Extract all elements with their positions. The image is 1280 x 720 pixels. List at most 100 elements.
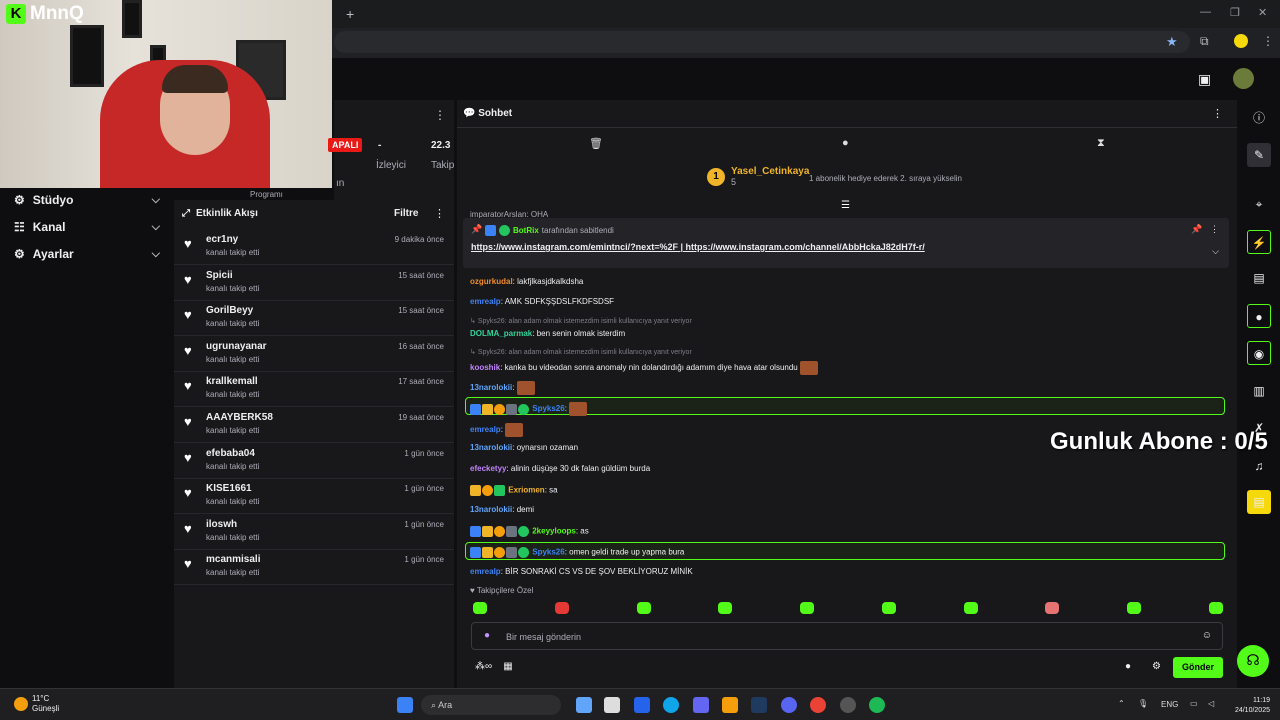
chat-username[interactable]: Spyks26 — [532, 548, 564, 557]
chat-message[interactable]: Spyks26: omen geldi trade up yapma bura — [470, 547, 684, 558]
focus-icon[interactable]: ⌖ — [1247, 192, 1271, 216]
chat-message[interactable]: efecketyy: alinin düşüşe 30 dk falan gül… — [470, 464, 650, 473]
expand-icon[interactable]: ⤢ — [182, 208, 190, 219]
emoji-icon[interactable]: ☺ — [1202, 630, 1212, 641]
chat-message[interactable]: DOLMA_parmak: ben senin olmak isterdim — [470, 329, 625, 338]
chat-bubble-icon[interactable]: ● — [1125, 661, 1131, 672]
emote-icon[interactable] — [881, 602, 896, 614]
unpin-icon[interactable]: 📌 — [1191, 224, 1202, 234]
chat-username[interactable]: Exriomen — [508, 486, 544, 495]
broadcast-icon[interactable]: ◉ — [1247, 341, 1271, 365]
notes-icon[interactable]: ▤ — [1247, 266, 1271, 290]
chat-message[interactable]: emrealp: AMK SDFKŞŞDSLFKDFSDSF — [470, 297, 614, 306]
music-icon[interactable]: ♫ — [1247, 454, 1271, 478]
list-item[interactable]: ♥ KISE1661 kanalı takip etti 1 gün önce — [174, 479, 454, 515]
list-item[interactable]: ♥ ecr1ny kanalı takip etti 9 dakika önce — [174, 230, 454, 265]
profile-icon[interactable] — [1234, 34, 1248, 48]
chat-username[interactable]: 13narolokii — [470, 505, 512, 514]
taskbar-search[interactable]: ⌕ Ara — [421, 695, 561, 715]
hourglass-icon[interactable]: ⧗ — [1097, 137, 1105, 150]
list-item[interactable]: ♥ ugrunayanar kanalı takip etti 16 saat önc… — [174, 337, 454, 372]
windows-start-icon[interactable] — [397, 697, 413, 713]
send-button[interactable]: Gönder — [1173, 657, 1223, 678]
address-bar[interactable] — [334, 31, 1190, 53]
trash-icon[interactable]: 🗑 — [589, 137, 603, 150]
follower-name[interactable]: iloswh — [206, 519, 237, 530]
chat-message[interactable]: 13narolokii: — [470, 381, 535, 395]
chat-username[interactable]: 13narolokii — [470, 383, 512, 392]
chrome-icon[interactable] — [810, 697, 826, 713]
tray-chevron-icon[interactable]: ⌃ — [1118, 699, 1125, 708]
chat-message[interactable]: 2keyyloops: as — [470, 526, 589, 537]
chat-icon[interactable]: ● — [1247, 304, 1271, 328]
chat-username[interactable]: 2keyyloops — [532, 527, 576, 536]
emote-icon[interactable] — [963, 602, 978, 614]
list-item[interactable]: ♥ krallkemall kanalı takip etti 17 saat önc… — [174, 372, 454, 408]
message-icon[interactable]: ● — [842, 137, 849, 149]
steam-icon[interactable] — [751, 697, 767, 713]
language-indicator[interactable]: ENG — [1161, 700, 1178, 709]
nav-item-channel[interactable]: ☷ Kanal ⌵ — [14, 220, 160, 234]
list-item[interactable]: ♥ mcanmisali kanalı takip etti 1 gün önce — [174, 550, 454, 586]
stats-menu-icon[interactable]: ⋮ — [434, 108, 446, 122]
volume-icon[interactable]: ◁ — [1208, 699, 1214, 708]
emote-icon[interactable] — [1208, 602, 1223, 614]
follower-name[interactable]: efebaba04 — [206, 448, 255, 459]
minimize-button[interactable]: — — [1200, 6, 1211, 18]
list-item[interactable]: ♥ iloswh kanalı takip etti 1 gün önce — [174, 515, 454, 550]
chat-username[interactable]: efecketyy — [470, 464, 506, 473]
chat-username[interactable]: emrealp — [470, 567, 501, 576]
chevron-down-icon[interactable]: ⌵ — [1212, 246, 1219, 257]
close-window-button[interactable]: ✕ — [1258, 6, 1267, 19]
kick-points-icon[interactable]: ⁂∞ — [475, 661, 492, 672]
chat-username[interactable]: 13narolokii — [470, 443, 512, 452]
gear-icon[interactable]: ⚙ — [1152, 661, 1161, 672]
mic-icon[interactable]: ● — [484, 630, 490, 641]
activity-menu-icon[interactable]: ⋮ — [434, 207, 445, 220]
collapse-icon[interactable]: ☰ — [841, 200, 850, 211]
pinned-link[interactable]: https://www.instagram.com/channel/AbbHck… — [686, 242, 925, 252]
spotify-icon[interactable] — [869, 697, 885, 713]
reply-context[interactable]: ↳ Spyks26: alan adam olmak istemezdim is… — [470, 317, 692, 325]
chat-message[interactable]: emrealp: — [470, 423, 524, 437]
chat-input[interactable]: ● Bir mesaj gönderin ☺ — [471, 622, 1223, 650]
emote-icon[interactable] — [718, 602, 733, 614]
list-item[interactable]: ♥ GorilBeyy kanalı takip etti 15 saat önce — [174, 301, 454, 337]
follower-name[interactable]: mcanmisali — [206, 554, 260, 565]
nav-item-settings[interactable]: ⚙ Ayarlar ⌵ — [14, 247, 160, 261]
chat-menu-icon[interactable]: ⋮ — [1212, 107, 1223, 120]
emote-icon[interactable] — [473, 602, 487, 614]
top-gifter[interactable]: 1 Yasel_Cetinkaya 5 — [707, 166, 809, 187]
chat-message[interactable]: Spyks26: — [470, 402, 588, 416]
discord-icon[interactable] — [781, 697, 797, 713]
edit-icon[interactable]: ✎ — [1247, 143, 1271, 167]
chat-message[interactable]: 13narolokii: oynarsın ozaman — [470, 443, 578, 452]
stream-manager-icon[interactable]: ▣ — [1198, 71, 1211, 88]
chat-message[interactable]: kooshik: kanka bu videodan sonra anomaly… — [470, 361, 818, 375]
emote-icon[interactable] — [1127, 602, 1142, 614]
app-icon[interactable] — [576, 697, 592, 713]
filter-button[interactable]: Filtre — [394, 208, 418, 219]
emote-icon[interactable] — [554, 602, 569, 614]
emote-icon[interactable] — [636, 602, 651, 614]
chat-message[interactable]: ozgurkudal: lakfjlkasjdkalkdsha — [470, 277, 583, 286]
info-icon[interactable]: ⓘ — [1247, 106, 1271, 130]
chat-username[interactable]: Spyks26 — [532, 404, 564, 413]
pinned-link[interactable]: https://www.instagram.com/emintnci/?next… — [471, 242, 678, 252]
chat-username[interactable]: kooshik — [470, 363, 500, 372]
maximize-button[interactable]: ❐ — [1230, 6, 1240, 19]
follower-name[interactable]: krallkemall — [206, 376, 258, 387]
chat-username[interactable]: DOLMA_parmak — [470, 329, 532, 338]
nav-item-studio[interactable]: ⚙ Stüdyo ⌵ — [14, 193, 160, 207]
outlook-icon[interactable] — [634, 697, 650, 713]
edge-icon[interactable] — [663, 697, 679, 713]
list-item[interactable]: ♥ AAAYBERK58 kanalı takip etti 19 saat önce — [174, 408, 454, 443]
chat-username[interactable]: emrealp — [470, 425, 501, 434]
folder-icon[interactable] — [722, 697, 738, 713]
weather-widget[interactable]: 11°C Güneşli — [14, 694, 59, 714]
pin-menu-icon[interactable]: ⋮ — [1210, 224, 1219, 234]
avatar[interactable] — [1233, 68, 1254, 89]
help-icon[interactable]: ☊ — [1237, 645, 1269, 677]
mic-tray-icon[interactable]: 🎙 — [1138, 699, 1148, 708]
chat-message[interactable]: emrealp: BİR SONRAKİ CS VS DE ŞOV BEKLİY… — [470, 567, 693, 576]
